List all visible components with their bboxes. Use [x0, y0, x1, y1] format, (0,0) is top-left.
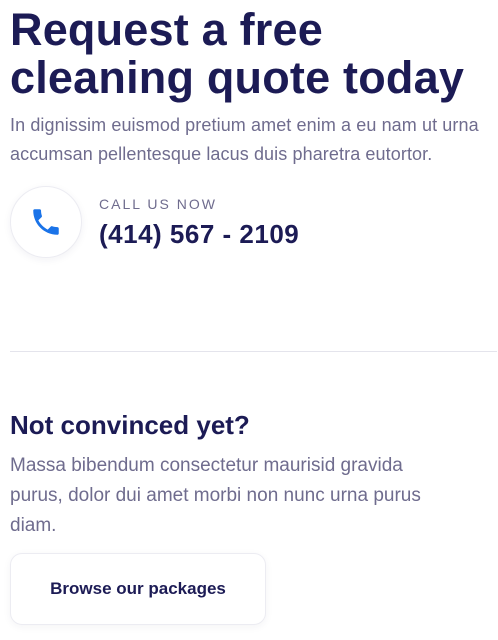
call-us-label: CALL US NOW: [99, 196, 217, 213]
phone-number-link[interactable]: (414) 567 - 2109: [99, 219, 299, 249]
phone-call-button[interactable]: [10, 186, 82, 259]
not-convinced-section: Not convinced yet? Massa bibendum consec…: [10, 408, 490, 541]
hero-title-line-1: Request a free: [10, 4, 323, 55]
section-title: Not convinced yet?: [10, 410, 250, 440]
hero-title-line-2: cleaning quote today: [10, 52, 465, 104]
page: Request a free cleaning quote today In d…: [0, 0, 498, 640]
call-us-block: CALL US NOW (414) 567 - 2109: [10, 186, 488, 259]
browse-packages-button[interactable]: Browse our packages: [10, 553, 266, 625]
hero-title: Request a free cleaning quote today: [10, 0, 488, 102]
phone-icon: [33, 209, 59, 236]
section-description: Massa bibendum consectetur maurisid grav…: [10, 455, 421, 536]
section-divider: [10, 351, 497, 352]
call-us-text: CALL US NOW (414) 567 - 2109: [99, 195, 299, 249]
hero-description: In dignissim euismod pretium amet enim a…: [10, 115, 479, 165]
